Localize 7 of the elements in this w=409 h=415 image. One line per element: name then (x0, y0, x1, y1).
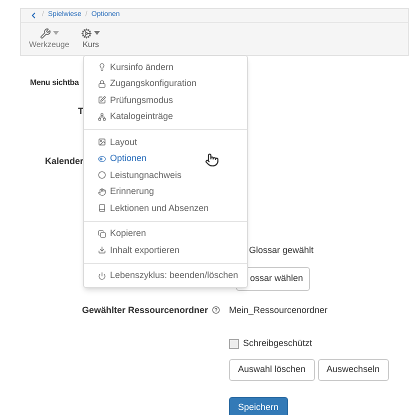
form-label: T (78, 105, 84, 118)
glossary-status: Glossar gewählt (249, 244, 314, 257)
form-label: Menu sichtba (30, 77, 79, 89)
resource-folder-value: Mein_Ressourcenordner (229, 304, 328, 317)
form-label: Gewählter Ressourcenordner (82, 304, 208, 316)
form-label: Kalender (45, 154, 84, 168)
checkbox-label: Schreibgeschützt (243, 337, 312, 350)
